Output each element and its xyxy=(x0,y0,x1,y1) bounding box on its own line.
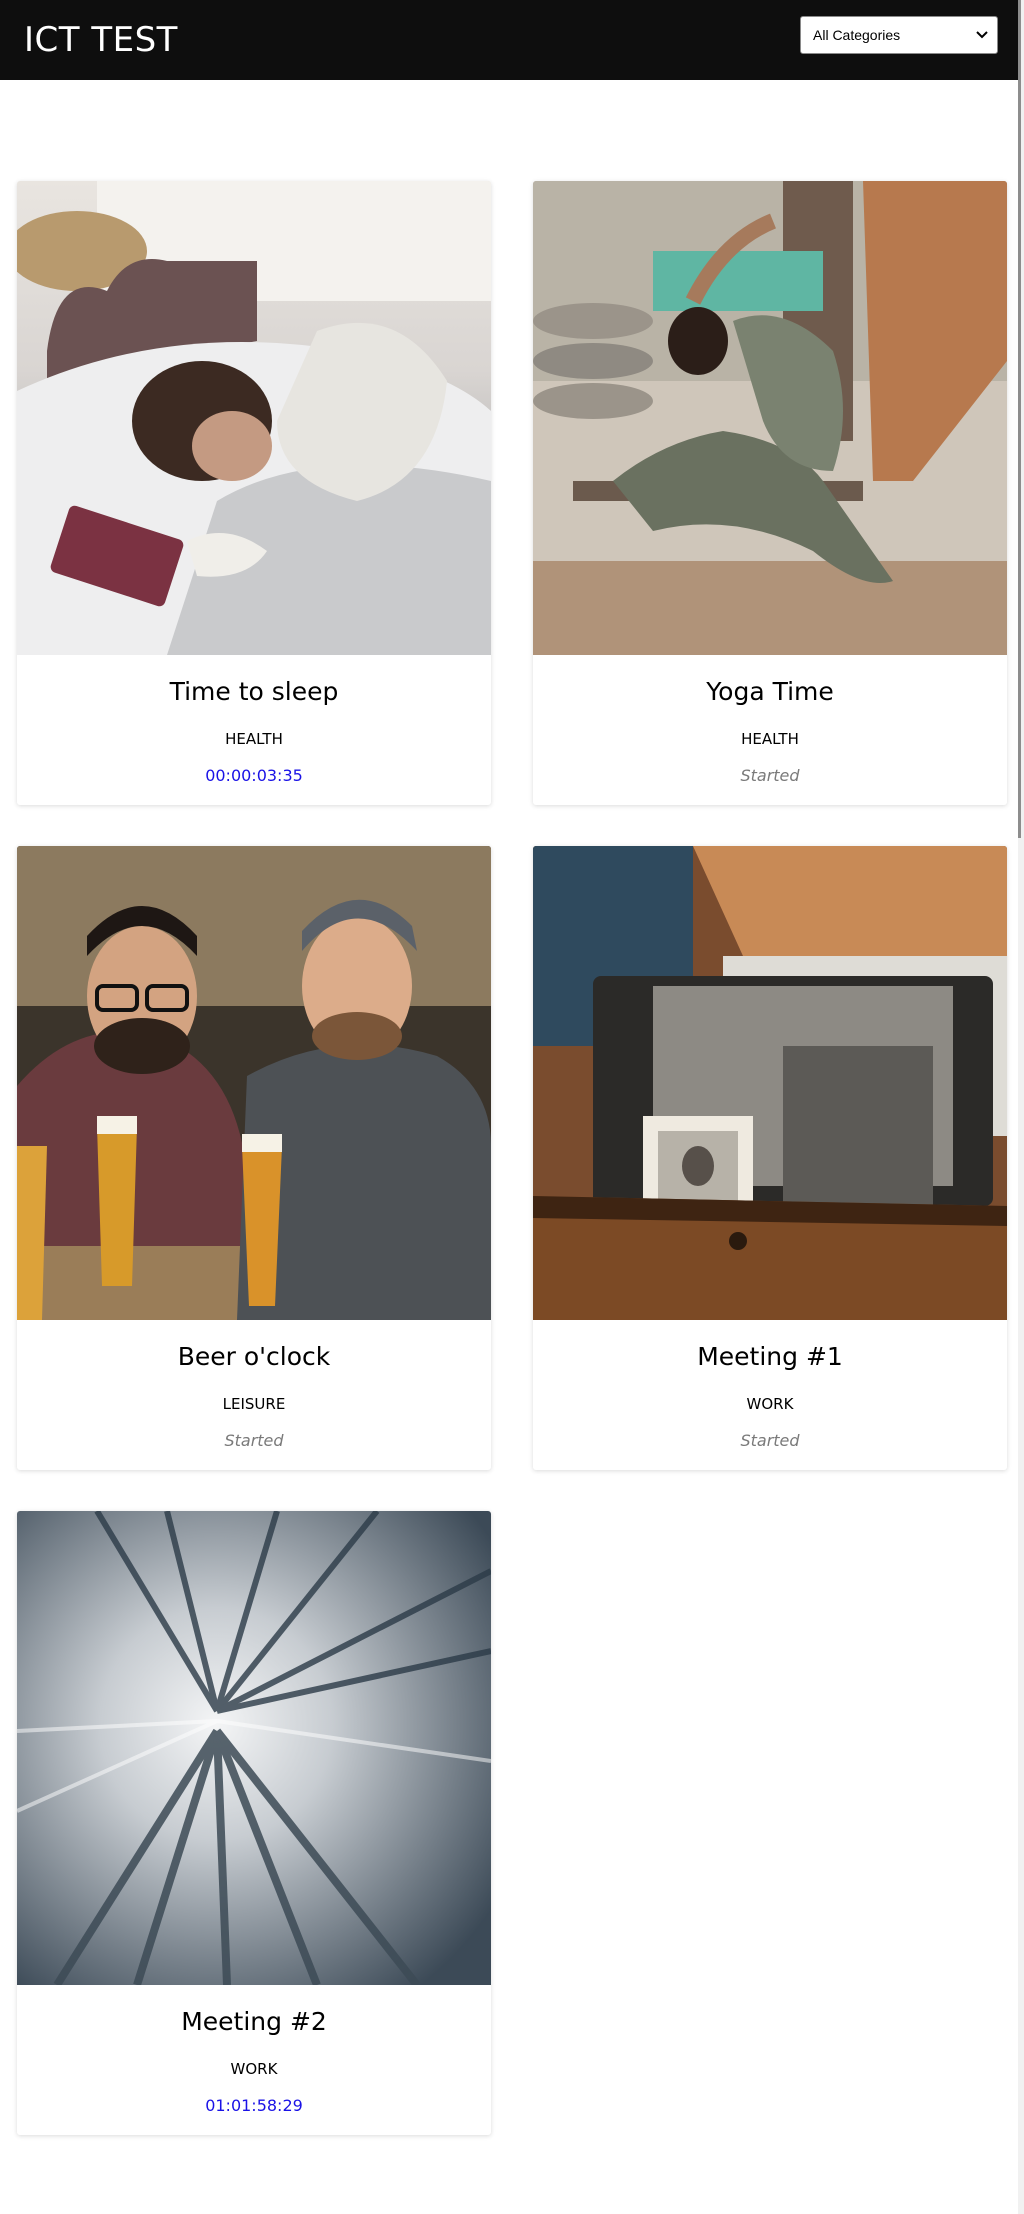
event-status: Started xyxy=(740,1431,800,1450)
event-category: LEISURE xyxy=(222,1395,286,1413)
site-title[interactable]: ICT TEST xyxy=(24,20,178,60)
event-title: Time to sleep xyxy=(169,677,339,706)
event-card[interactable]: Meeting #1 WORK Started xyxy=(533,846,1007,1470)
event-card[interactable]: Yoga Time HEALTH Started xyxy=(533,181,1007,805)
event-timer: 00:00:03:35 xyxy=(205,766,303,785)
event-category: HEALTH xyxy=(225,730,283,748)
yoga-pose-photo xyxy=(533,181,1007,655)
event-category: WORK xyxy=(746,1395,794,1413)
event-status: Started xyxy=(740,766,800,785)
friends-with-beer-photo xyxy=(17,846,491,1320)
event-title: Meeting #1 xyxy=(697,1342,843,1371)
event-category: HEALTH xyxy=(741,730,799,748)
tunnel-motion-photo xyxy=(17,1511,491,1985)
event-title: Beer o'clock xyxy=(177,1342,331,1371)
chevron-down-icon xyxy=(976,31,988,39)
event-card[interactable]: Beer o'clock LEISURE Started xyxy=(17,846,491,1470)
woman-sleeping-photo xyxy=(17,181,491,655)
category-select[interactable]: All Categories xyxy=(800,16,998,54)
event-card[interactable]: Time to sleep HEALTH 00:00:03:35 xyxy=(17,181,491,805)
category-select-value: All Categories xyxy=(813,27,901,43)
scrollbar-thumb[interactable] xyxy=(1018,0,1021,838)
event-card[interactable]: Meeting #2 WORK 01:01:58:29 xyxy=(17,1511,491,2135)
event-category: WORK xyxy=(230,2060,278,2078)
event-timer: 01:01:58:29 xyxy=(205,2096,303,2115)
event-title: Yoga Time xyxy=(706,677,834,706)
event-title: Meeting #2 xyxy=(181,2007,327,2036)
event-status: Started xyxy=(224,1431,284,1450)
top-navbar: ICT TEST All Categories xyxy=(0,0,1024,80)
old-photos-box-photo xyxy=(533,846,1007,1320)
